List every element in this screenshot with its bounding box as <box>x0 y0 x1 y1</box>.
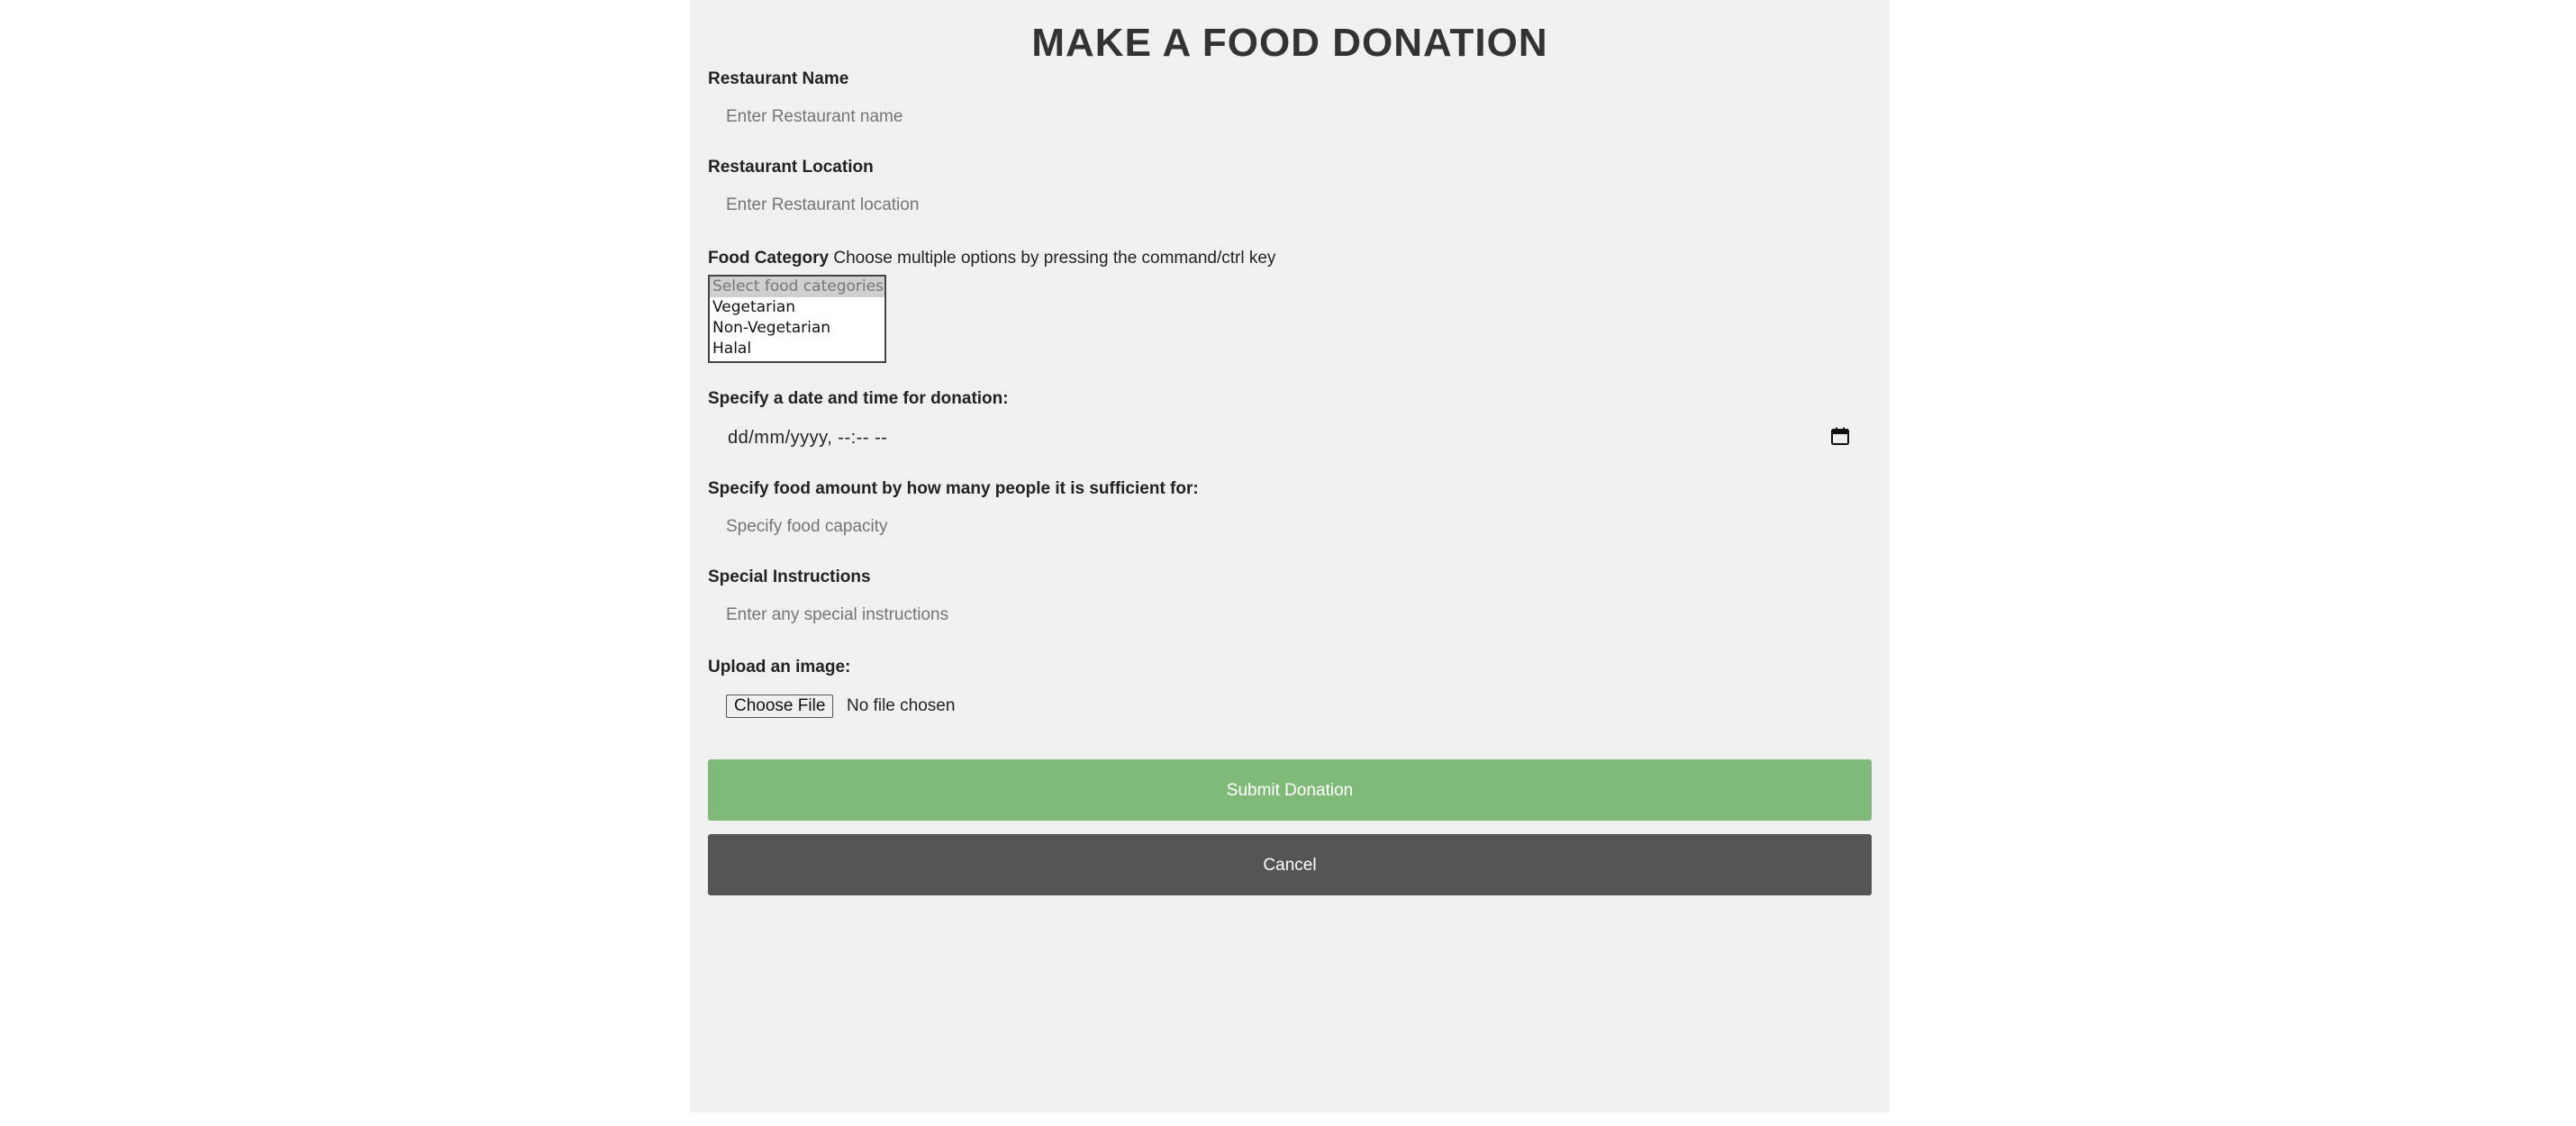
restaurant-name-label: Restaurant Name <box>708 69 849 88</box>
restaurant-name-field: Restaurant Name <box>708 68 1872 144</box>
cancel-button[interactable]: Cancel <box>708 834 1872 895</box>
food-capacity-field: Specify food amount by how many people i… <box>708 478 1872 554</box>
calendar-icon[interactable] <box>1830 426 1850 446</box>
food-capacity-label: Specify food amount by how many people i… <box>708 479 1199 498</box>
page-title: MAKE A FOOD DONATION <box>1031 21 1548 65</box>
donation-form-panel: MAKE A FOOD DONATION Restaurant Name Res… <box>690 0 1890 1112</box>
food-category-option[interactable]: Non-Vegetarian <box>710 318 884 339</box>
food-category-select[interactable]: Select food categories Vegetarian Non-Ve… <box>708 275 886 363</box>
food-capacity-input[interactable] <box>708 500 1872 554</box>
datetime-display: dd/mm/yyyy, --:-- -- <box>728 428 888 448</box>
donation-datetime-input[interactable]: dd/mm/yyyy, --:-- -- <box>708 410 1872 468</box>
file-input: Choose File No file chosen <box>708 678 1872 734</box>
image-upload-label: Upload an image: <box>708 658 851 677</box>
choose-file-button[interactable]: Choose File <box>726 695 834 718</box>
restaurant-location-field: Restaurant Location <box>708 157 1872 232</box>
special-instructions-input[interactable] <box>708 588 1872 642</box>
food-category-option[interactable]: Select food categories <box>710 277 884 297</box>
food-category-label: Food Category <box>708 249 830 268</box>
special-instructions-label: Special Instructions <box>708 568 871 586</box>
donation-datetime-field: Specify a date and time for donation: dd… <box>708 388 1872 468</box>
food-category-field: Food Category Choose multiple options by… <box>708 248 1872 363</box>
file-status-text: No file chosen <box>847 696 956 715</box>
food-category-label-row: Food Category Choose multiple options by… <box>708 248 1872 269</box>
image-upload-field: Upload an image: Choose File No file cho… <box>708 657 1872 734</box>
food-category-hint: Choose multiple options by pressing the … <box>833 249 1276 268</box>
donation-datetime-label: Specify a date and time for donation: <box>708 389 1009 408</box>
restaurant-name-input[interactable] <box>708 90 1872 144</box>
form-actions: Submit Donation Cancel <box>708 759 1872 895</box>
restaurant-location-label: Restaurant Location <box>708 158 874 177</box>
special-instructions-field: Special Instructions <box>708 567 1872 642</box>
food-category-option[interactable]: Halal <box>710 339 884 359</box>
submit-donation-button[interactable]: Submit Donation <box>708 759 1872 821</box>
food-category-option[interactable]: Vegetarian <box>710 297 884 318</box>
restaurant-location-input[interactable] <box>708 178 1872 232</box>
